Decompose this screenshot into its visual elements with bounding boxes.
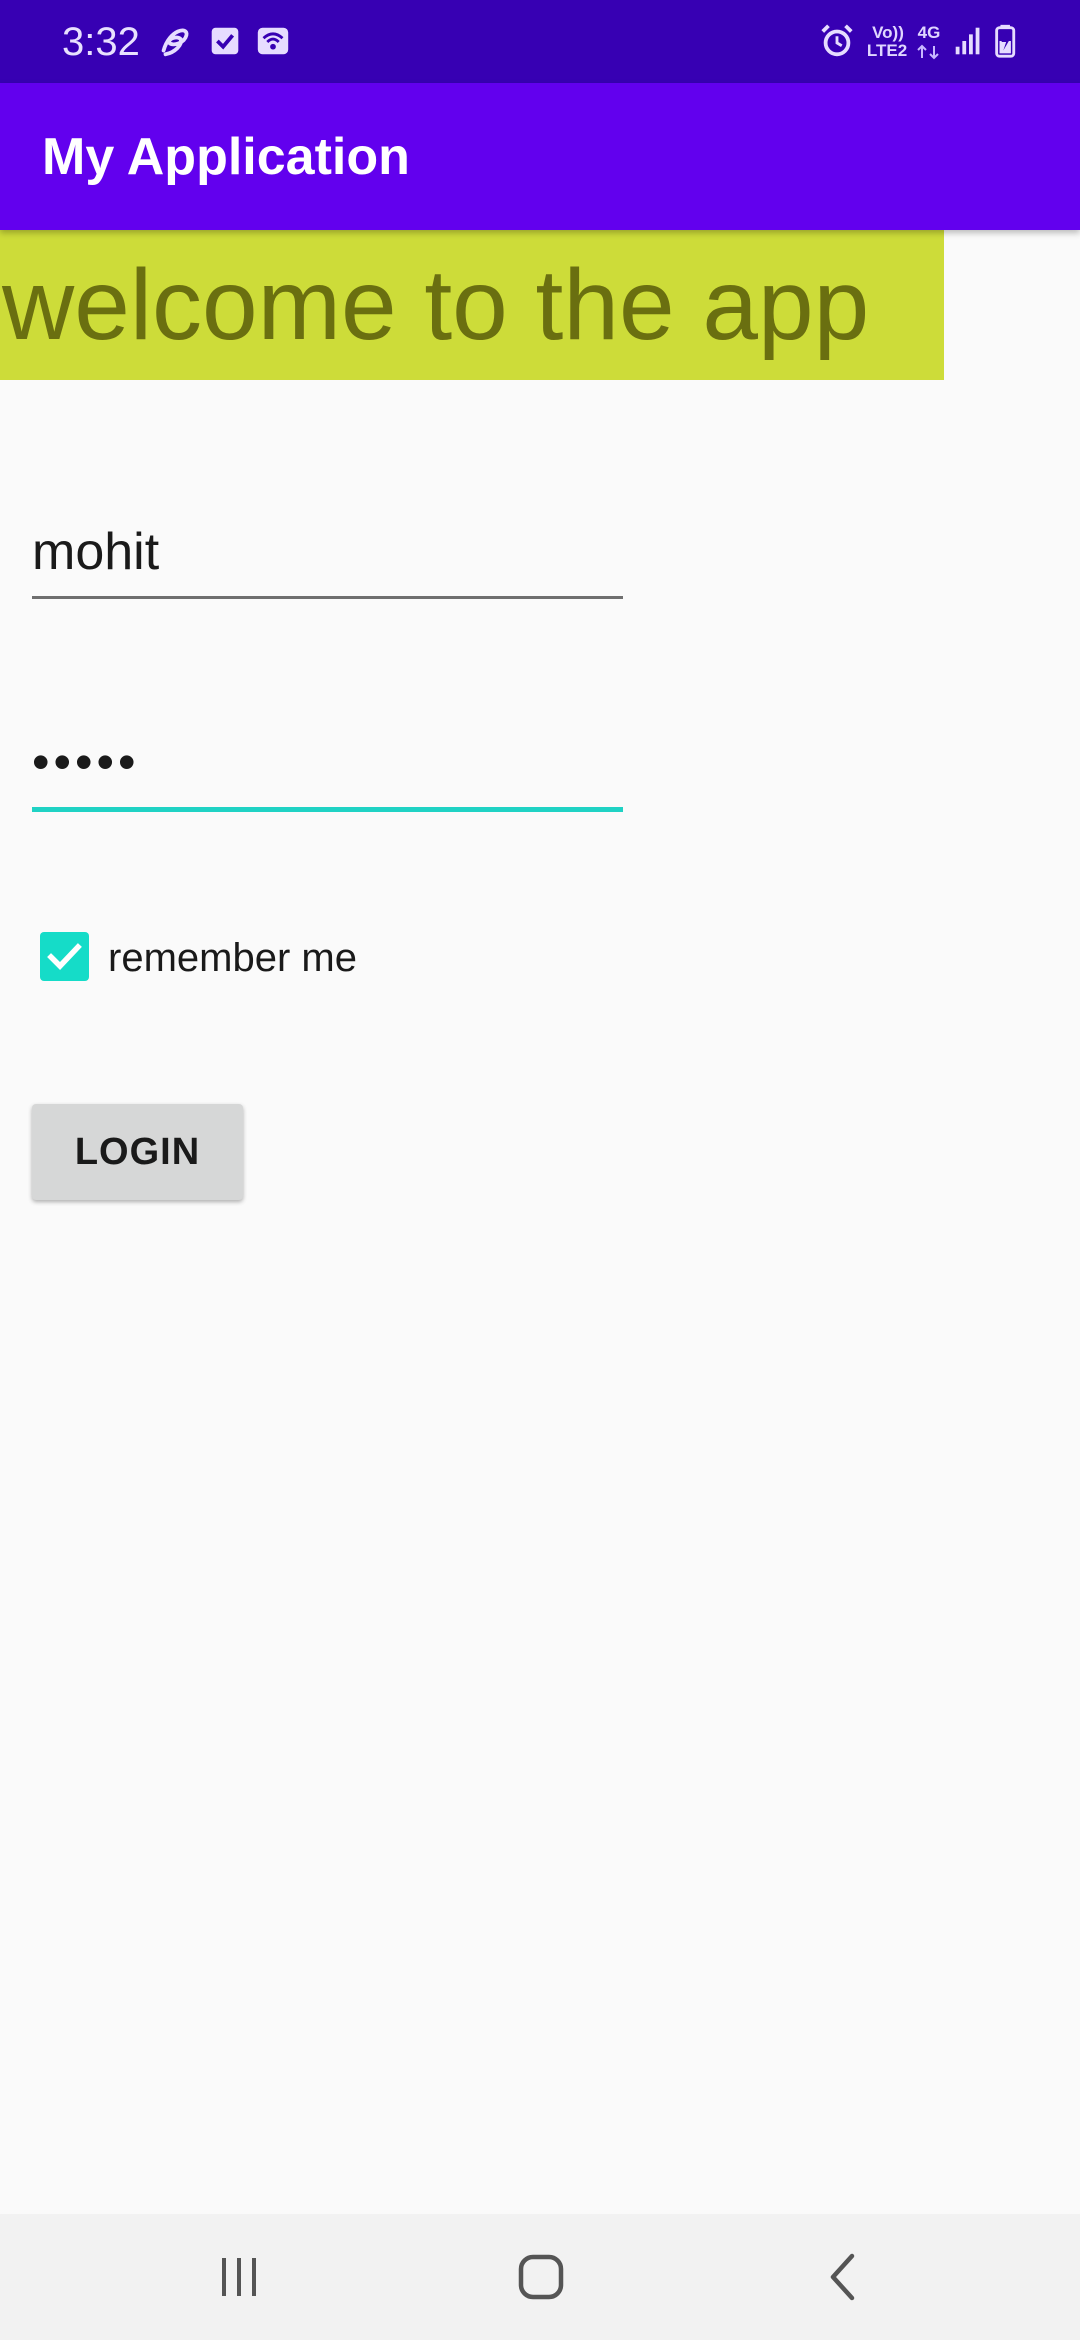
home-icon[interactable] bbox=[511, 2247, 571, 2307]
battery-charging-icon bbox=[990, 22, 1028, 60]
password-value[interactable]: ••••• bbox=[32, 730, 140, 794]
status-time: 3:32 bbox=[62, 20, 140, 64]
task-check-icon bbox=[206, 22, 244, 60]
volte-label-bottom: LTE2 bbox=[866, 41, 908, 60]
recents-icon[interactable] bbox=[209, 2247, 269, 2307]
status-bar: 3:32 Vo)) LTE2 4G bbox=[0, 0, 1080, 83]
navigation-bar bbox=[0, 2214, 1080, 2340]
signal-icon bbox=[950, 22, 988, 60]
login-button[interactable]: LOGIN bbox=[32, 1104, 243, 1200]
back-icon[interactable] bbox=[814, 2247, 874, 2307]
network-type-label: 4G bbox=[917, 23, 941, 42]
alarm-icon bbox=[818, 22, 856, 60]
username-underline bbox=[32, 596, 623, 599]
app-title: My Application bbox=[42, 128, 410, 186]
airtel-icon bbox=[156, 22, 194, 60]
remember-me-label[interactable]: remember me bbox=[108, 930, 357, 986]
volte-label-top: Vo)) bbox=[872, 23, 904, 42]
username-value[interactable]: mohit bbox=[32, 520, 159, 584]
welcome-banner: welcome to the app bbox=[0, 230, 944, 380]
username-field[interactable]: mohit bbox=[32, 520, 623, 600]
wifi-calling-icon bbox=[254, 22, 292, 60]
data-arrows-icon bbox=[914, 44, 944, 60]
password-underline bbox=[32, 807, 623, 812]
password-field[interactable]: ••••• bbox=[32, 730, 623, 812]
checkmark-icon bbox=[47, 943, 82, 970]
remember-me-checkbox[interactable] bbox=[40, 932, 89, 981]
app-bar: My Application bbox=[0, 83, 1080, 230]
welcome-text: welcome to the app bbox=[2, 249, 870, 361]
screen: 3:32 Vo)) LTE2 4G My Application welcome… bbox=[0, 0, 1080, 2340]
